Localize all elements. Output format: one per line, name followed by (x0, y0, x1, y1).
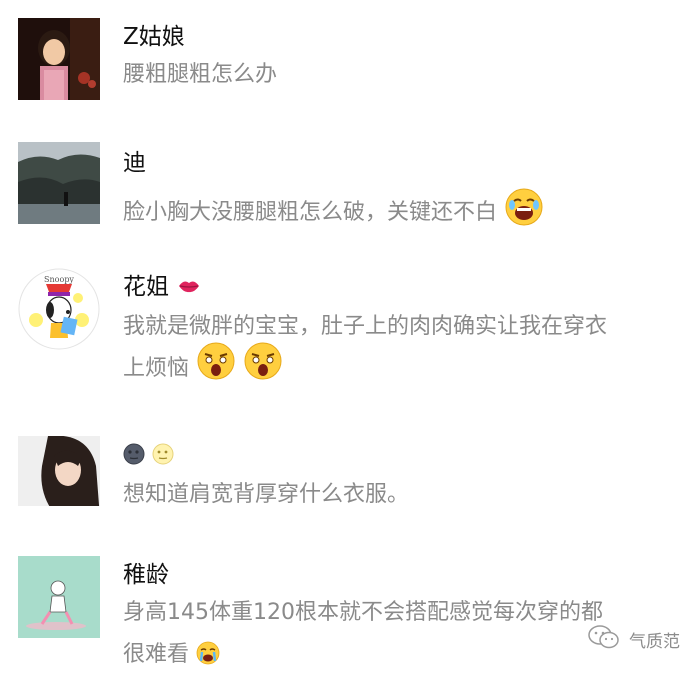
comment-text: 我就是微胖的宝宝，肚子上的肉肉确实让我在穿衣 上烦恼 (123, 306, 683, 390)
commenter-name (123, 438, 174, 468)
avatar[interactable] (18, 436, 100, 518)
comment-text-content: 脸小胸大没腰腿粗怎么破，关键还不白 (123, 200, 498, 225)
comment-text-line: 上烦恼 (123, 342, 683, 390)
kiss-lips-icon (178, 278, 200, 294)
account-watermark: 气质范 (587, 624, 680, 655)
avatar-image: Snoopy (18, 268, 100, 350)
comment-text-content: 上烦恼 (123, 356, 190, 381)
comment-text: 想知道肩宽背厚穿什么衣服。 (123, 482, 410, 507)
commenter-name: 迪 (123, 150, 146, 176)
shocked-emoji-icon (243, 341, 283, 381)
comment-text: 腰粗腿粗怎么办 (123, 62, 278, 87)
avatar-image (18, 556, 100, 638)
avatar-image (18, 18, 100, 100)
full-moon-face-icon (152, 443, 174, 465)
account-name: 气质范 (629, 632, 680, 652)
avatar[interactable]: Snoopy (18, 268, 100, 350)
avatar[interactable] (18, 556, 100, 638)
commenter-name: Z姑娘 (123, 24, 185, 50)
avatar-image (18, 436, 100, 518)
comment-text-content: 很难看 (123, 642, 190, 667)
avatar[interactable] (18, 142, 100, 224)
crying-emoji-icon (196, 641, 220, 665)
shocked-emoji-icon (196, 341, 236, 381)
avatar[interactable] (18, 18, 100, 100)
wechat-icon (587, 624, 621, 655)
commenter-name: 花姐 (123, 272, 200, 302)
comment-text: 脸小胸大没腰腿粗怎么破，关键还不白 (123, 188, 683, 234)
snoopy-logo-text: Snoopy (44, 275, 74, 284)
avatar-image (18, 142, 100, 224)
commenter-name: 稚龄 (123, 562, 169, 588)
laughing-emoji-icon (504, 187, 544, 227)
new-moon-face-icon (123, 443, 145, 465)
commenter-name-text: 花姐 (123, 274, 169, 300)
